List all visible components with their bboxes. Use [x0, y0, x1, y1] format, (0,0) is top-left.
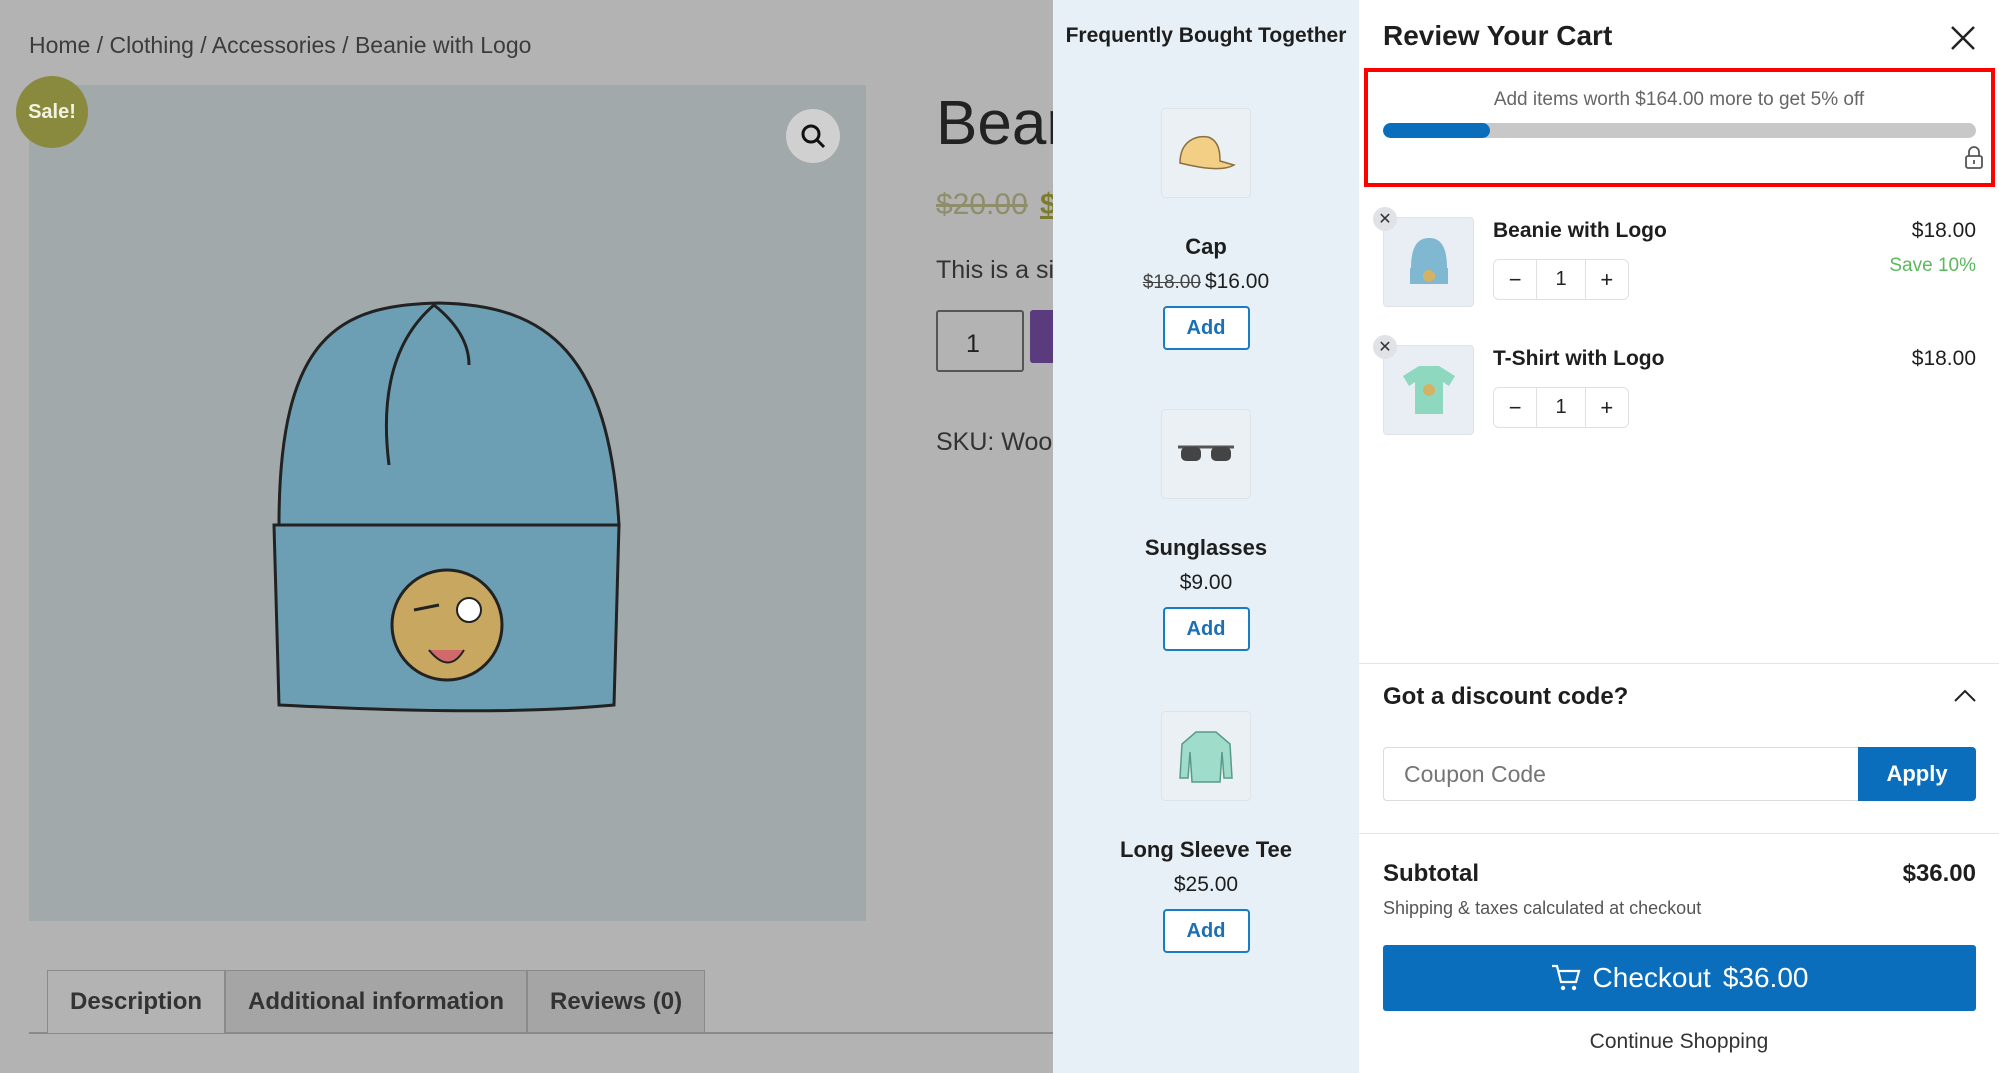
cart-icon: [1551, 964, 1580, 991]
item-price: $18.00: [1911, 219, 1976, 242]
subtotal-value: $36.00: [1902, 860, 1976, 887]
beanie-icon: [1409, 238, 1448, 284]
continue-shopping-link[interactable]: Continue Shopping: [1359, 1030, 1999, 1054]
long-sleeve-tee-icon: [1179, 731, 1233, 783]
quantity-stepper: − 1 +: [1493, 259, 1629, 300]
checkout-amount: $36.00: [1722, 962, 1809, 993]
decrease-quantity-button[interactable]: −: [1494, 260, 1536, 299]
close-icon[interactable]: [1949, 24, 1977, 52]
sale-badge: Sale!: [16, 76, 88, 148]
item-name: T-Shirt with Logo: [1493, 347, 1665, 370]
increase-quantity-button[interactable]: +: [1586, 260, 1628, 299]
fbt-item: Long Sleeve Tee $25.00 Add: [1053, 711, 1359, 953]
add-to-cart-button[interactable]: [1030, 310, 1053, 363]
quantity-stepper: − 1 +: [1493, 387, 1629, 428]
cap-thumbnail: [1161, 108, 1251, 198]
checkout-label: Checkout: [1592, 962, 1711, 993]
search-icon: [801, 124, 826, 149]
fbt-item-price: $18.00 $16.00: [1053, 270, 1359, 294]
close-icon: ✕: [1378, 211, 1392, 228]
cap-icon: [1179, 135, 1236, 170]
product-title: Bear: [936, 89, 1053, 158]
tab-reviews[interactable]: Reviews (0): [527, 970, 706, 1033]
lock-icon: [1965, 146, 1983, 169]
fbt-item-price: $9.00: [1179, 571, 1233, 594]
tab-description[interactable]: Description: [47, 970, 226, 1033]
item-thumbnail: [1383, 217, 1474, 307]
sku: SKU: Woo-: [936, 428, 1053, 456]
fbt-item: Sunglasses $9.00 Add: [1053, 409, 1359, 651]
cart-item: ✕ Beanie with Logo $18.00 Save 10% − 1 +: [1373, 207, 1976, 309]
chevron-up-icon[interactable]: [1953, 688, 1977, 704]
item-price: $18.00: [1911, 347, 1976, 370]
fbt-item-price: $25.00: [1173, 873, 1239, 896]
product-image: [29, 85, 866, 921]
fbt-item-name: Long Sleeve Tee: [1120, 837, 1292, 862]
checkout-button[interactable]: Checkout $36.00: [1383, 945, 1976, 1011]
cart-drawer: Review Your Cart Add items worth $164.00…: [1359, 0, 1999, 1073]
fbt-add-button[interactable]: Add: [1162, 607, 1250, 651]
subtotal-label: Subtotal: [1383, 860, 1479, 887]
discount-progress-bar: [1383, 123, 1976, 138]
product-page-dimmed: Home / Clothing / Accessories / Beanie w…: [0, 0, 1053, 1073]
coupon-code-input[interactable]: [1383, 747, 1859, 801]
shipping-note: Shipping & taxes calculated at checkout: [1383, 898, 1702, 918]
cart-item: ✕ T-Shirt with Logo $18.00 − 1 +: [1373, 335, 1976, 437]
long-sleeve-tee-thumbnail: [1161, 711, 1251, 801]
remove-item-button[interactable]: ✕: [1373, 335, 1397, 359]
t-shirt-icon: [1402, 366, 1455, 414]
sunglasses-thumbnail: [1161, 409, 1251, 499]
quantity-input[interactable]: 1: [936, 310, 1024, 372]
item-savings: Save 10%: [1889, 255, 1976, 276]
short-description: This is a si: [936, 256, 1053, 284]
increase-quantity-button[interactable]: +: [1586, 388, 1628, 427]
decrease-quantity-button[interactable]: −: [1494, 388, 1536, 427]
breadcrumb: Home / Clothing / Accessories / Beanie w…: [29, 32, 532, 58]
fbt-item-old-price: $18.00: [1142, 272, 1201, 293]
fbt-title: Frequently Bought Together: [1065, 24, 1347, 47]
divider: [1359, 663, 1999, 664]
original-price: $20.00: [936, 188, 1028, 221]
fbt-add-button[interactable]: Add: [1162, 909, 1250, 953]
fbt-item-sale-price: $16.00: [1204, 270, 1270, 293]
cart-title: Review Your Cart: [1383, 20, 1613, 51]
discount-toggle[interactable]: Got a discount code?: [1383, 683, 1628, 711]
discount-progress-text: Add items worth $164.00 more to get 5% o…: [1493, 89, 1865, 110]
fbt-item-name: Cap: [1185, 234, 1227, 259]
fbt-item-name: Sunglasses: [1144, 535, 1268, 560]
close-icon: ✕: [1378, 339, 1392, 356]
fbt-add-button[interactable]: Add: [1162, 306, 1250, 350]
zoom-button[interactable]: [786, 109, 840, 163]
quantity-value[interactable]: 1: [1536, 388, 1586, 427]
sale-price: $: [1040, 188, 1053, 221]
sunglasses-icon: [1178, 445, 1234, 461]
remove-item-button[interactable]: ✕: [1373, 207, 1397, 231]
item-name: Beanie with Logo: [1493, 219, 1667, 242]
apply-coupon-button[interactable]: Apply: [1858, 747, 1976, 801]
progress-fill: [1383, 123, 1490, 138]
frequently-bought-together-panel: Frequently Bought Together Cap $18.00 $16…: [1053, 0, 1359, 1073]
product-tabs: Description Additional information Revie…: [47, 970, 706, 1033]
divider: [1359, 833, 1999, 834]
quantity-value[interactable]: 1: [1536, 260, 1586, 299]
item-thumbnail: [1383, 345, 1474, 435]
fbt-item: Cap $18.00 $16.00 Add: [1053, 108, 1359, 350]
tab-additional-information[interactable]: Additional information: [225, 970, 528, 1033]
